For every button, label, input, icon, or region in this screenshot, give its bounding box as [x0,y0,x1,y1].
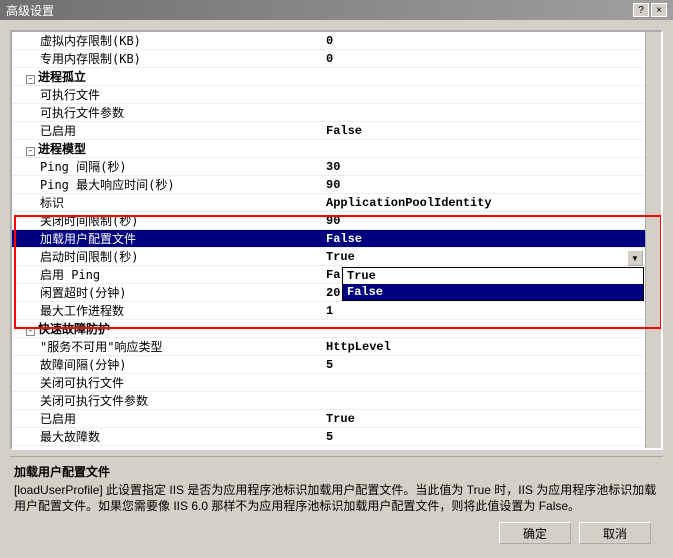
property-value[interactable]: True [322,410,661,427]
property-row[interactable]: 关闭时间限制(秒)90 [12,212,661,230]
property-label: 关闭可执行文件 [12,374,322,391]
property-label: 虚拟内存限制(KB) [12,32,322,49]
property-label: 已启用 [12,410,322,427]
property-value[interactable] [322,86,661,103]
help-button[interactable]: ? [633,3,649,17]
property-label: 关闭时间限制(秒) [12,212,322,229]
property-value[interactable]: 5 [322,428,661,445]
category-row[interactable]: -快速故障防护 [12,320,661,338]
window-title: 高级设置 [6,2,54,19]
dropdown-list[interactable]: True False [342,267,644,301]
collapse-toggle-icon[interactable]: - [26,75,35,84]
dropdown-button[interactable]: ▼ [627,250,643,266]
property-row[interactable]: 虚拟内存限制(KB)0 [12,32,661,50]
property-label: 最大工作进程数 [12,302,322,319]
titlebar: 高级设置 ? × [0,0,673,20]
property-label: -进程孤立 [12,68,322,85]
property-row[interactable]: 可执行文件参数 [12,104,661,122]
property-value[interactable]: 30 [322,158,661,175]
dropdown-option-false[interactable]: False [343,284,643,300]
property-value[interactable]: 1 [322,302,661,319]
property-label: 关闭可执行文件参数 [12,392,322,409]
property-label: Ping 最大响应时间(秒) [12,176,322,193]
description-panel: 加载用户配置文件 [loadUserProfile] 此设置指定 IIS 是否为… [10,456,663,514]
category-row[interactable]: -进程模型 [12,140,661,158]
property-value[interactable]: True [322,248,661,265]
property-row[interactable]: 最大故障数5 [12,428,661,446]
property-label: 故障间隔(分钟) [12,356,322,373]
property-row[interactable]: "服务不可用"响应类型HttpLevel [12,338,661,356]
property-row[interactable]: Ping 间隔(秒)30 [12,158,661,176]
property-value [322,68,661,85]
property-row[interactable]: 最大工作进程数1 [12,302,661,320]
property-label: 加载用户配置文件 [12,230,322,247]
property-row[interactable]: Ping 最大响应时间(秒)90 [12,176,661,194]
collapse-toggle-icon[interactable]: - [26,327,35,336]
property-label: 启用 Ping [12,266,322,283]
property-row[interactable]: 标识ApplicationPoolIdentity [12,194,661,212]
description-title: 加载用户配置文件 [14,463,659,480]
property-value[interactable]: 90 [322,176,661,193]
property-value[interactable]: 90 [322,212,661,229]
property-label: Ping 间隔(秒) [12,158,322,175]
dialog-body: 虚拟内存限制(KB)0专用内存限制(KB)0-进程孤立可执行文件可执行文件参数已… [0,20,673,554]
property-label: 可执行文件参数 [12,104,322,121]
property-label: 最大故障数 [12,428,322,445]
close-button[interactable]: × [651,3,667,17]
button-row: 确定 取消 [10,514,663,544]
property-value[interactable]: False [322,122,661,139]
property-label: 标识 [12,194,322,211]
property-row[interactable]: 关闭可执行文件 [12,374,661,392]
property-value[interactable] [322,392,661,409]
cancel-button[interactable]: 取消 [579,522,651,544]
property-label: -进程模型 [12,140,322,157]
property-grid-rows: 虚拟内存限制(KB)0专用内存限制(KB)0-进程孤立可执行文件可执行文件参数已… [12,32,661,448]
property-label: 专用内存限制(KB) [12,50,322,67]
property-value[interactable]: ApplicationPoolIdentity [322,194,661,211]
property-row[interactable]: 故障间隔(分钟)5 [12,356,661,374]
property-value[interactable]: 0 [322,32,661,49]
property-value[interactable]: 0 [322,50,661,67]
ok-button[interactable]: 确定 [499,522,571,544]
property-value [322,320,661,337]
property-value[interactable] [322,374,661,391]
property-row[interactable]: 启动时间限制(秒)True [12,248,661,266]
property-row[interactable]: 加载用户配置文件False [12,230,661,248]
property-label: 已启用 [12,122,322,139]
category-row[interactable]: -进程孤立 [12,68,661,86]
property-row[interactable]: 已启用False [12,122,661,140]
dropdown-option-true[interactable]: True [343,268,643,284]
collapse-toggle-icon[interactable]: - [26,147,35,156]
property-value[interactable] [322,104,661,121]
property-value[interactable]: 5 [322,356,661,373]
titlebar-buttons: ? × [633,3,667,17]
scrollbar[interactable] [645,32,661,448]
description-text: [loadUserProfile] 此设置指定 IIS 是否为应用程序池标识加载… [14,482,659,514]
property-row[interactable]: 已启用True [12,410,661,428]
property-label: 启动时间限制(秒) [12,248,322,265]
property-row[interactable]: 专用内存限制(KB)0 [12,50,661,68]
property-grid: 虚拟内存限制(KB)0专用内存限制(KB)0-进程孤立可执行文件可执行文件参数已… [10,30,663,450]
property-row[interactable]: 关闭可执行文件参数 [12,392,661,410]
property-row[interactable]: 可执行文件 [12,86,661,104]
property-label: 闲置超时(分钟) [12,284,322,301]
property-value[interactable]: False [322,230,661,247]
property-value[interactable]: HttpLevel [322,338,661,355]
property-label: 可执行文件 [12,86,322,103]
property-label: -快速故障防护 [12,320,322,337]
property-label: "服务不可用"响应类型 [12,338,322,355]
property-value [322,140,661,157]
